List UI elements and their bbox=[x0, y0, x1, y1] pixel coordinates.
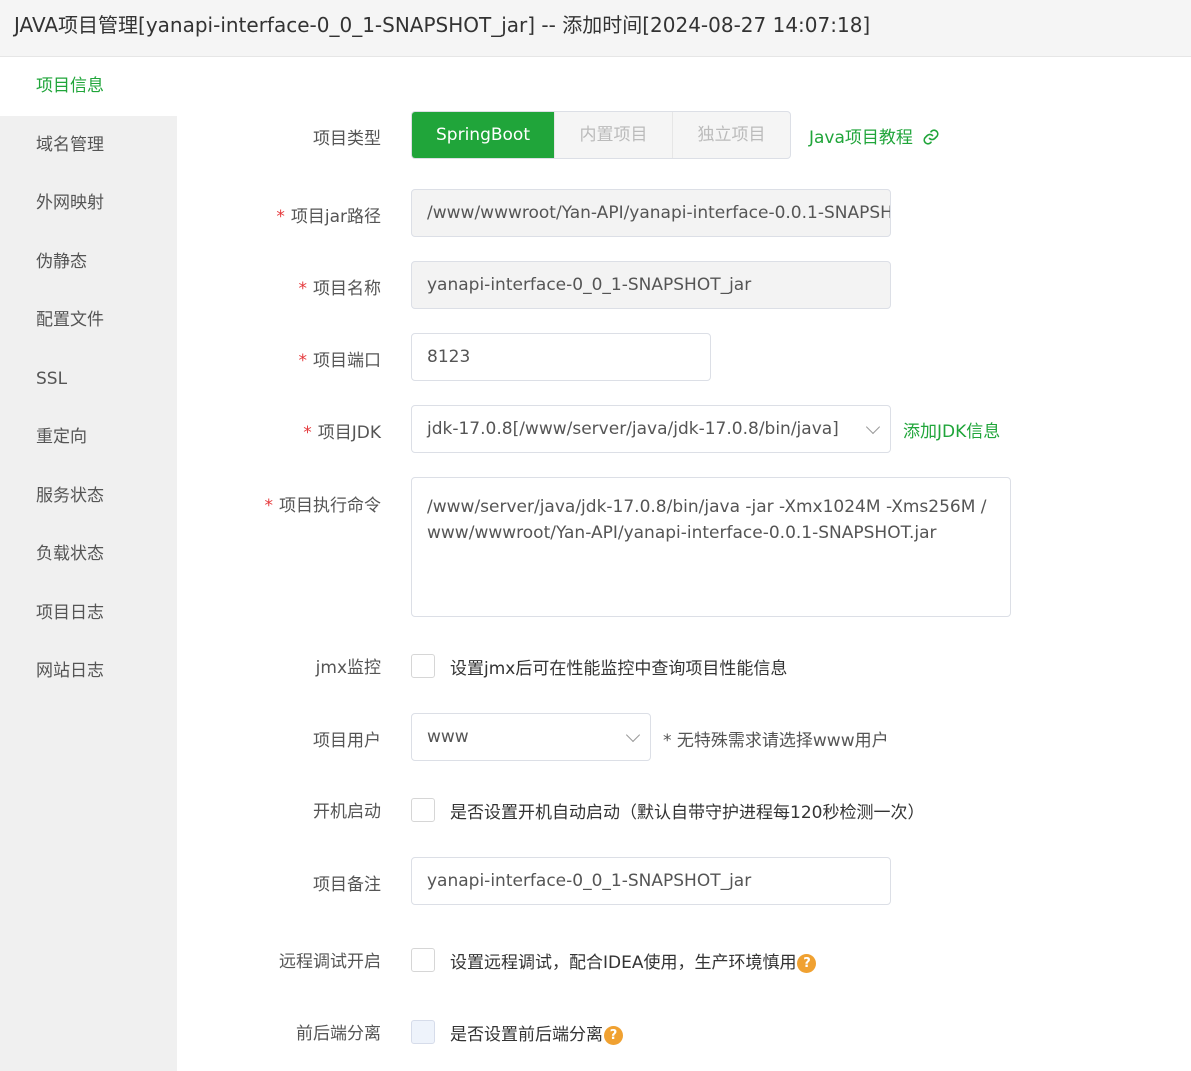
project-jdk-select[interactable]: jdk-17.0.8[/www/server/java/jdk-17.0.8/b… bbox=[411, 405, 891, 453]
row-project-type: 项目类型 SpringBoot 内置项目 独立项目 Java项目教程 bbox=[177, 111, 1191, 159]
sidebar-item-project-log[interactable]: 项目日志 bbox=[0, 584, 177, 643]
help-icon[interactable]: ? bbox=[604, 1026, 623, 1045]
exec-command-textarea[interactable]: /www/server/java/jdk-17.0.8/bin/java -ja… bbox=[411, 477, 1011, 617]
project-port-label: * 项目端口 bbox=[177, 346, 382, 371]
add-jdk-link[interactable]: 添加JDK信息 bbox=[903, 417, 1000, 442]
sidebar: 项目信息 域名管理 外网映射 伪静态 配置文件 SSL 重定向 服务状态 负载状… bbox=[0, 57, 177, 1071]
type-builtin-button[interactable]: 内置项目 bbox=[554, 112, 672, 158]
autostart-checkbox[interactable] bbox=[411, 798, 435, 822]
row-project-jdk: * 项目JDK jdk-17.0.8[/www/server/java/jdk-1… bbox=[177, 405, 1191, 453]
row-exec-command: * 项目执行命令 /www/server/java/jdk-17.0.8/bin/… bbox=[177, 477, 1191, 617]
remark-label: 项目备注 bbox=[313, 875, 381, 895]
remote-debug-label: 远程调试开启 bbox=[279, 952, 381, 972]
java-tutorial-link-text: Java项目教程 bbox=[809, 128, 913, 148]
sidebar-item-config-file[interactable]: 配置文件 bbox=[0, 291, 177, 350]
remark-input[interactable]: yanapi-interface-0_0_1-SNAPSHOT_jar bbox=[411, 857, 891, 905]
project-jdk-selected: jdk-17.0.8[/www/server/java/jdk-17.0.8/b… bbox=[427, 419, 839, 439]
project-user-hint: * 无特殊需求请选择www用户 bbox=[663, 731, 889, 751]
frontend-separation-checkbox[interactable] bbox=[411, 1020, 435, 1044]
jar-path-label: * 项目jar路径 bbox=[177, 202, 381, 227]
remote-debug-checkbox[interactable] bbox=[411, 948, 435, 972]
required-mark: * bbox=[264, 496, 274, 516]
required-mark: * bbox=[276, 207, 285, 227]
project-port-label-text: 项目端口 bbox=[313, 351, 381, 371]
frontend-separation-description: 是否设置前后端分离? bbox=[450, 1020, 623, 1045]
project-name-label-text: 项目名称 bbox=[313, 279, 381, 299]
help-icon[interactable]: ? bbox=[797, 954, 817, 973]
project-user-label: 项目用户 bbox=[313, 731, 381, 751]
sidebar-item-pseudo-static[interactable]: 伪静态 bbox=[0, 233, 177, 292]
sidebar-item-domain-management[interactable]: 域名管理 bbox=[0, 116, 177, 175]
project-jdk-label: * 项目JDK bbox=[177, 418, 381, 443]
row-project-name: * 项目名称 yanapi-interface-0_0_1-SNAPSHOT_ja… bbox=[177, 261, 1191, 309]
autostart-description: 是否设置开机自动启动（默认自带守护进程每120秒检测一次） bbox=[450, 803, 925, 823]
project-name-input[interactable]: yanapi-interface-0_0_1-SNAPSHOT_jar bbox=[411, 261, 891, 309]
row-jmx: jmx监控 设置jmx后可在性能监控中查询项目性能信息 bbox=[177, 653, 1191, 679]
java-tutorial-link[interactable]: Java项目教程 bbox=[809, 123, 940, 148]
jar-path-input[interactable]: /www/wwwroot/Yan-API/yanapi-interface-0.… bbox=[411, 189, 891, 237]
project-type-label: 项目类型 bbox=[313, 129, 381, 149]
exec-command-label-text: 项目执行命令 bbox=[279, 496, 381, 516]
sidebar-item-site-log[interactable]: 网站日志 bbox=[0, 642, 177, 701]
row-autostart: 开机启动 是否设置开机自动启动（默认自带守护进程每120秒检测一次） bbox=[177, 797, 1191, 823]
row-project-port: * 项目端口 8123 bbox=[177, 333, 1191, 381]
window-title: JAVA项目管理[yanapi-interface-0_0_1-SNAPSHOT… bbox=[0, 0, 1191, 57]
row-remark: 项目备注 yanapi-interface-0_0_1-SNAPSHOT_jar bbox=[177, 857, 1191, 905]
jmx-checkbox[interactable] bbox=[411, 654, 435, 678]
project-type-segmented: SpringBoot 内置项目 独立项目 bbox=[411, 111, 791, 159]
type-springboot-button[interactable]: SpringBoot bbox=[412, 112, 554, 158]
frontend-separation-label: 前后端分离 bbox=[296, 1024, 381, 1044]
project-jdk-label-text: 项目JDK bbox=[317, 423, 381, 443]
sidebar-item-project-info[interactable]: 项目信息 bbox=[0, 57, 177, 116]
sidebar-item-redirect[interactable]: 重定向 bbox=[0, 408, 177, 467]
sidebar-item-load-status[interactable]: 负载状态 bbox=[0, 525, 177, 584]
jmx-description: 设置jmx后可在性能监控中查询项目性能信息 bbox=[450, 659, 788, 679]
project-form: 项目类型 SpringBoot 内置项目 独立项目 Java项目教程 * 项目ja… bbox=[177, 57, 1191, 1071]
chevron-down-icon bbox=[625, 727, 641, 743]
sidebar-item-external-mapping[interactable]: 外网映射 bbox=[0, 174, 177, 233]
jar-path-label-text: 项目jar路径 bbox=[290, 207, 381, 227]
required-mark: * bbox=[298, 279, 308, 299]
exec-command-label: * 项目执行命令 bbox=[177, 491, 382, 516]
row-jar-path: * 项目jar路径 /www/wwwroot/Yan-API/yanapi-int… bbox=[177, 189, 1191, 237]
chevron-down-icon bbox=[865, 419, 881, 435]
link-icon bbox=[923, 129, 939, 145]
jmx-label: jmx监控 bbox=[315, 658, 381, 678]
sidebar-item-service-status[interactable]: 服务状态 bbox=[0, 467, 177, 526]
project-user-selected: www bbox=[427, 727, 469, 747]
row-project-user: 项目用户 www * 无特殊需求请选择www用户 bbox=[177, 713, 1191, 761]
project-name-label: * 项目名称 bbox=[177, 274, 382, 299]
row-remote-debug: 远程调试开启 设置远程调试，配合IDEA使用，生产环境慎用? bbox=[177, 947, 1191, 973]
sidebar-item-ssl[interactable]: SSL bbox=[0, 350, 177, 409]
frontend-separation-text: 是否设置前后端分离 bbox=[450, 1025, 603, 1045]
row-frontend-separation: 前后端分离 是否设置前后端分离? bbox=[177, 1019, 1191, 1045]
project-port-input[interactable]: 8123 bbox=[411, 333, 711, 381]
required-mark: * bbox=[303, 423, 312, 443]
autostart-label: 开机启动 bbox=[313, 802, 381, 822]
project-user-select[interactable]: www bbox=[411, 713, 651, 761]
type-standalone-button[interactable]: 独立项目 bbox=[672, 112, 790, 158]
required-mark: * bbox=[298, 351, 308, 371]
remote-debug-description: 设置远程调试，配合IDEA使用，生产环境慎用? bbox=[450, 948, 817, 973]
remote-debug-text: 设置远程调试，配合IDEA使用，生产环境慎用 bbox=[450, 953, 797, 973]
